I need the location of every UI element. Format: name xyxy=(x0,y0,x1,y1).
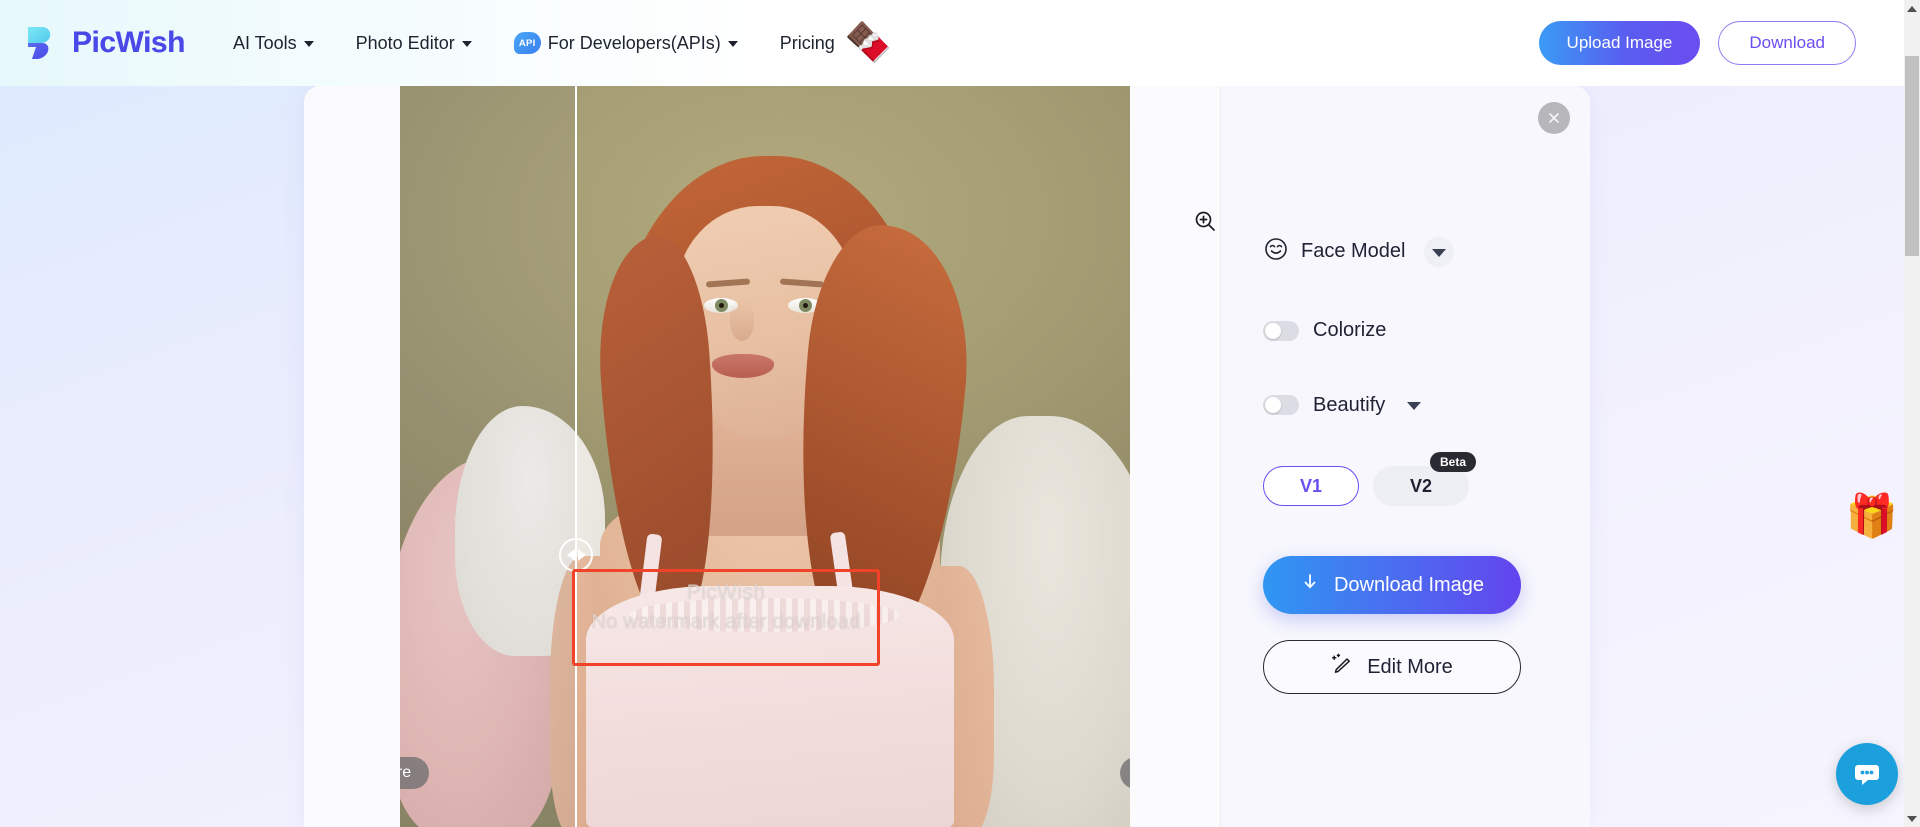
edit-more-label: Edit More xyxy=(1367,655,1453,678)
nav-item-ai-tools[interactable]: AI Tools xyxy=(233,33,314,54)
brand-logo[interactable]: PicWish xyxy=(22,23,185,63)
site-header: PicWish AI Tools Photo Editor API For De… xyxy=(0,0,1904,86)
chevron-down-icon[interactable] xyxy=(1423,236,1454,267)
download-button[interactable]: Download xyxy=(1718,21,1856,65)
before-image-clip xyxy=(400,86,575,827)
version-v1-button[interactable]: V1 xyxy=(1263,466,1359,506)
editor-card: PicWish No watermark after download Befo… xyxy=(304,86,1590,827)
zoom-in-icon[interactable] xyxy=(1184,200,1226,242)
page-scrollbar[interactable] xyxy=(1904,0,1920,827)
panel-controls: Face Model Colorize Beautify V1 V2 Beta … xyxy=(1263,236,1553,694)
nav-label: Photo Editor xyxy=(355,32,455,53)
version-v2-label: V2 xyxy=(1409,475,1433,496)
before-after-comparison[interactable]: PicWish No watermark after download Befo… xyxy=(400,86,1130,827)
download-image-button[interactable]: Download Image xyxy=(1263,556,1521,614)
face-smile-icon xyxy=(1263,236,1289,267)
colorize-label: Colorize xyxy=(1313,319,1387,341)
before-image xyxy=(400,86,575,827)
chat-bubble-icon[interactable] xyxy=(1836,743,1898,805)
watermark-highlight-box xyxy=(572,569,880,666)
chevron-down-icon[interactable] xyxy=(1399,390,1429,420)
arrow-right-icon xyxy=(577,549,586,561)
comparison-divider xyxy=(575,86,577,827)
edit-more-button[interactable]: Edit More xyxy=(1263,640,1521,694)
chevron-down-icon xyxy=(461,41,472,47)
colorize-row: Colorize xyxy=(1263,319,1553,342)
scrollbar-down-arrow-icon[interactable] xyxy=(1904,810,1920,827)
nav-label: For Developers(APIs) xyxy=(547,32,721,53)
nav-item-for-developers[interactable]: API For Developers(APIs) xyxy=(513,32,738,54)
face-model-row[interactable]: Face Model xyxy=(1263,236,1553,267)
close-icon[interactable] xyxy=(1538,102,1570,134)
beautify-label: Beautify xyxy=(1313,393,1386,416)
header-actions: Upload Image Download xyxy=(1538,21,1856,65)
beautify-toggle[interactable] xyxy=(1263,395,1299,415)
brand-name: PicWish xyxy=(72,26,185,59)
settings-panel: Face Model Colorize Beautify V1 V2 Beta … xyxy=(1220,86,1590,827)
compare-slider-handle-icon[interactable] xyxy=(559,538,593,572)
gingerbread-man-icon[interactable]: 🍫 xyxy=(845,24,892,62)
nav-label: Pricing xyxy=(779,32,835,53)
chevron-down-icon xyxy=(303,41,314,47)
api-badge-icon: API xyxy=(513,32,541,54)
nav-item-pricing[interactable]: Pricing 🍫 xyxy=(780,24,892,62)
download-arrow-icon xyxy=(1300,572,1320,598)
magic-pencil-icon xyxy=(1331,652,1355,682)
beta-badge: Beta xyxy=(1429,452,1476,472)
version-selector: V1 V2 Beta xyxy=(1263,452,1553,506)
beautify-row: Beautify xyxy=(1263,390,1553,420)
main-nav: AI Tools Photo Editor API For Developers… xyxy=(233,24,892,62)
chevron-down-icon xyxy=(727,41,738,47)
nav-label: AI Tools xyxy=(232,32,297,53)
nav-item-photo-editor[interactable]: Photo Editor xyxy=(356,33,472,54)
download-image-label: Download Image xyxy=(1333,573,1485,596)
colorize-toggle[interactable] xyxy=(1263,320,1299,341)
scrollbar-up-arrow-icon[interactable] xyxy=(1904,0,1920,17)
scrollbar-thumb[interactable] xyxy=(1905,56,1919,256)
gift-box-icon[interactable]: 🎁 xyxy=(1846,492,1898,541)
arrow-left-icon xyxy=(566,549,575,561)
picwish-logo-icon xyxy=(22,23,62,63)
version-v2-button[interactable]: V2 Beta xyxy=(1373,452,1476,506)
canvas-area: PicWish No watermark after download Befo… xyxy=(304,86,1220,827)
face-model-label: Face Model xyxy=(1301,240,1406,262)
upload-image-button[interactable]: Upload Image xyxy=(1538,21,1701,65)
